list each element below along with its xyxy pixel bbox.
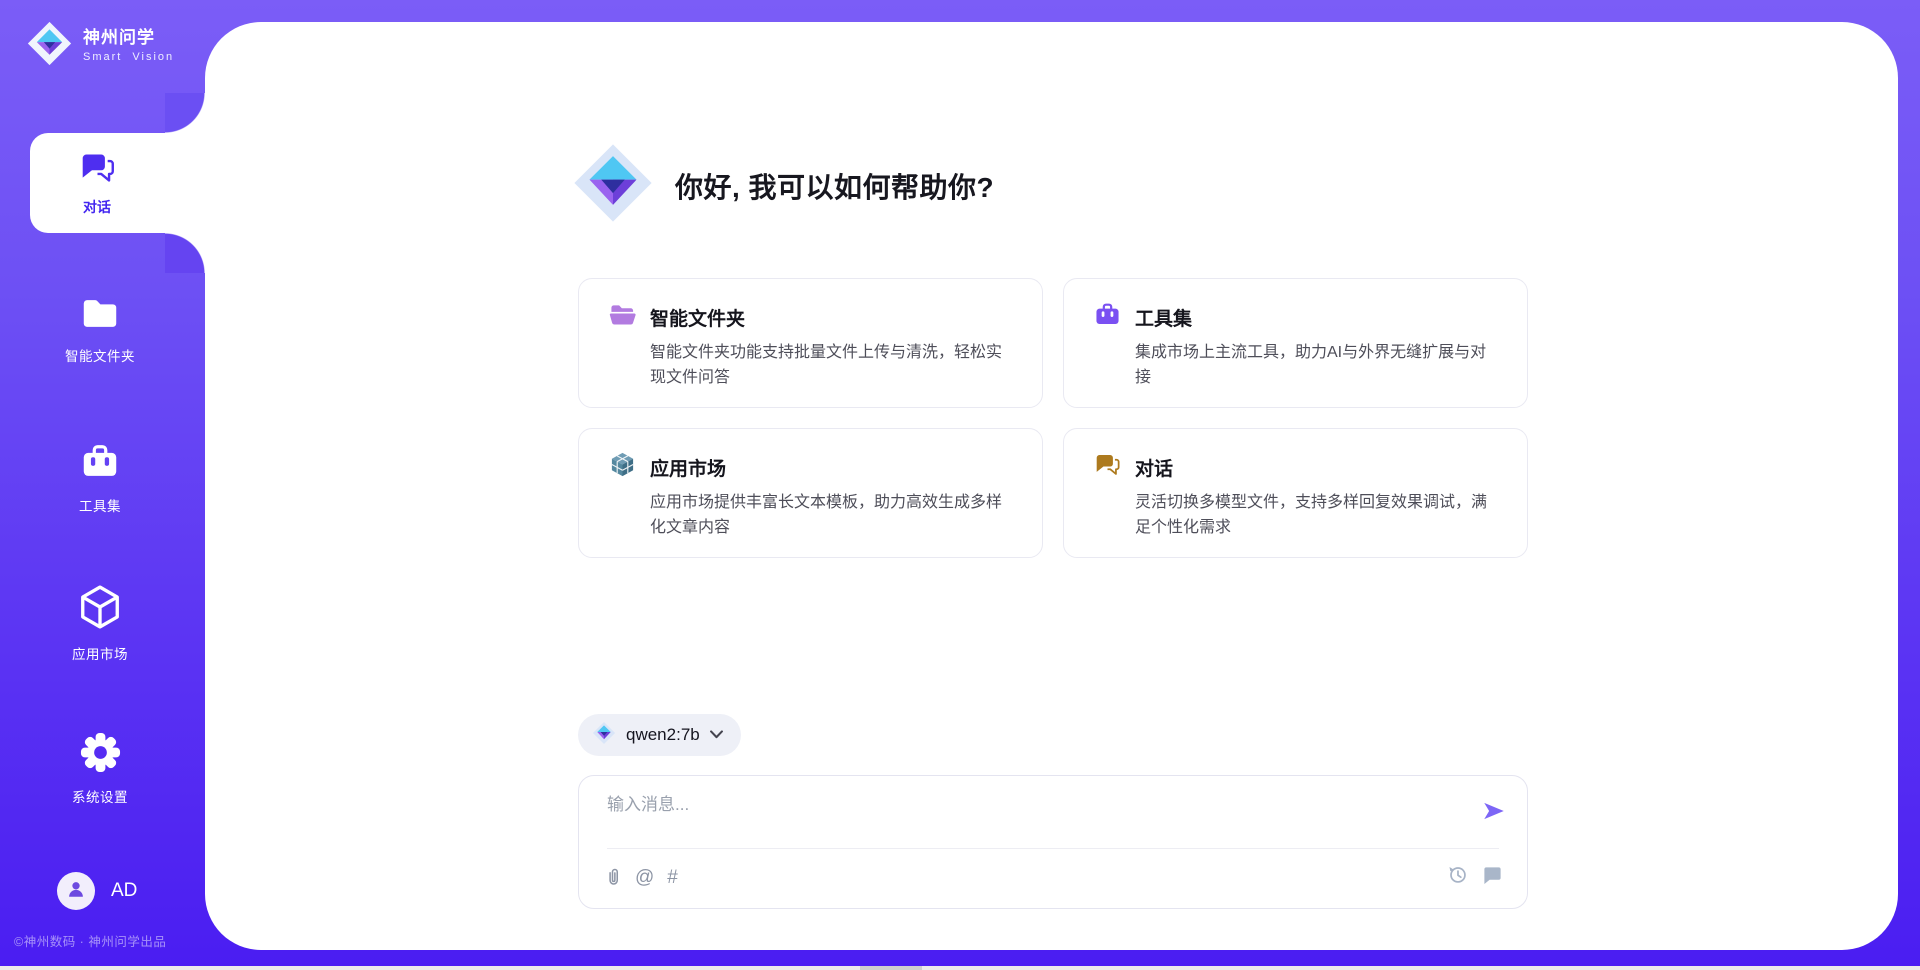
card-description: 应用市场提供丰富长文本模板，助力高效生成多样化文章内容 [650, 491, 1016, 541]
briefcase-icon [1094, 301, 1121, 333]
diamond-logo-icon [571, 140, 655, 231]
tab-notch-bottom [165, 233, 206, 273]
briefcase-icon [79, 441, 121, 488]
card-title: 应用市场 [650, 454, 726, 481]
model-name: qwen2:7b [626, 725, 700, 745]
tab-notch-top [165, 93, 206, 133]
sidebar: 神州问学 Smart Vision 对话 智能文件夹 [0, 0, 205, 970]
footer-copyright: ©神州数码 · 神州问学出品 [14, 931, 166, 950]
browser-scrollbar[interactable] [0, 966, 1920, 970]
card-chat[interactable]: 对话 灵活切换多模型文件，支持多样回复效果调试，满足个性化需求 [1063, 428, 1528, 558]
brand-subtitle: Smart Vision [83, 51, 174, 63]
attachment-icon[interactable] [605, 866, 622, 888]
card-description: 智能文件夹功能支持批量文件上传与清洗，轻松实现文件问答 [650, 341, 1016, 391]
card-description: 集成市场上主流工具，助力AI与外界无缝扩展与对接 [1135, 341, 1501, 391]
sidebar-item-label: 应用市场 [72, 643, 128, 663]
card-description: 灵活切换多模型文件，支持多样回复效果调试，满足个性化需求 [1135, 491, 1501, 541]
greeting: 你好, 我可以如何帮助你? [571, 140, 994, 231]
card-toolset[interactable]: 工具集 集成市场上主流工具，助力AI与外界无缝扩展与对接 [1063, 278, 1528, 408]
scrollbar-thumb[interactable] [860, 966, 922, 970]
message-input[interactable]: 输入消息... [607, 790, 689, 815]
composer-right-tools [1447, 864, 1503, 885]
cube-icon [77, 583, 123, 636]
card-smart-folder[interactable]: 智能文件夹 智能文件夹功能支持批量文件上传与清洗，轻松实现文件问答 [578, 278, 1043, 408]
card-title: 智能文件夹 [650, 304, 745, 331]
chat-bubbles-icon [1094, 451, 1121, 483]
sidebar-item-label: 对话 [83, 197, 111, 217]
sidebar-item-label: 工具集 [79, 495, 121, 515]
card-app-market[interactable]: 应用市场 应用市场提供丰富长文本模板，助力高效生成多样化文章内容 [578, 428, 1043, 558]
user-initials: AD [111, 880, 137, 902]
card-title: 工具集 [1135, 304, 1192, 331]
hashtag-icon[interactable]: # [667, 868, 678, 887]
sidebar-item-folders[interactable]: 智能文件夹 [0, 293, 200, 365]
feature-cards: 智能文件夹 智能文件夹功能支持批量文件上传与清洗，轻松实现文件问答 [578, 278, 1528, 558]
chat-bubbles-icon [79, 149, 116, 191]
gear-icon [79, 731, 122, 779]
sidebar-item-label: 智能文件夹 [65, 345, 135, 365]
model-selector[interactable]: qwen2:7b [578, 714, 741, 756]
sidebar-item-label: 系统设置 [72, 786, 128, 806]
sidebar-item-tools[interactable]: 工具集 [0, 441, 200, 515]
diamond-logo-icon [26, 20, 73, 72]
cube-grid-icon [609, 451, 636, 483]
card-title: 对话 [1135, 454, 1173, 481]
user-account[interactable]: AD [57, 872, 137, 910]
composer-divider [607, 848, 1499, 849]
sidebar-item-chat[interactable]: 对话 [30, 133, 209, 233]
diamond-logo-icon [592, 721, 616, 750]
folder-icon [79, 293, 121, 338]
sidebar-item-apps[interactable]: 应用市场 [0, 583, 200, 663]
send-icon[interactable] [1481, 798, 1507, 824]
person-icon [65, 878, 87, 905]
composer-left-tools: @ # [605, 866, 678, 888]
history-icon[interactable] [1447, 864, 1468, 885]
chevron-down-icon [710, 726, 723, 744]
brand: 神州问学 Smart Vision [26, 20, 174, 72]
mention-icon[interactable]: @ [635, 868, 654, 887]
message-composer: 输入消息... @ # [578, 775, 1528, 909]
brand-name: 神州问学 [83, 29, 174, 48]
folder-open-icon [609, 301, 636, 333]
chat-square-icon[interactable] [1482, 864, 1503, 885]
sidebar-item-settings[interactable]: 系统设置 [0, 731, 200, 806]
avatar [57, 872, 95, 910]
greeting-text: 你好, 我可以如何帮助你? [675, 166, 994, 206]
